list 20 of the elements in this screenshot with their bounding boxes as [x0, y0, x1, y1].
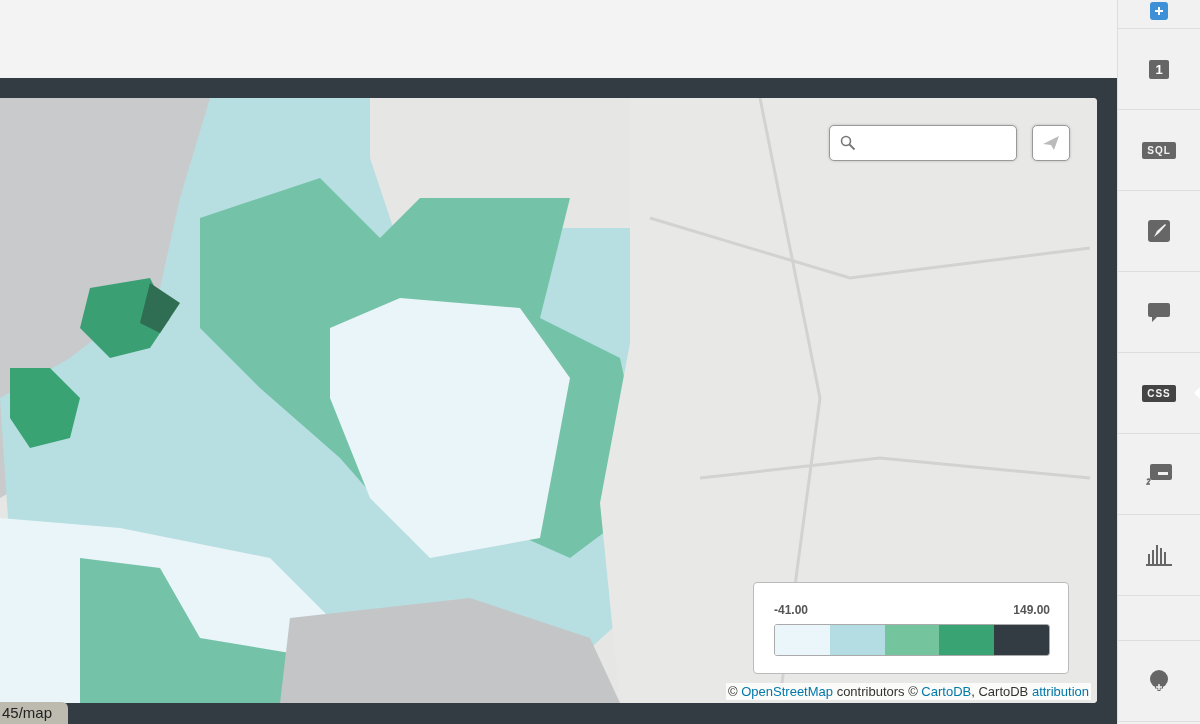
legend-max-value: 149.00 [1013, 603, 1050, 617]
search-icon [840, 135, 856, 151]
paper-plane-icon [1042, 135, 1060, 151]
panel-tab[interactable]: CSS [1142, 384, 1176, 402]
panel-tab[interactable]: SQL [1142, 141, 1176, 159]
legend-icon[interactable] [1146, 462, 1172, 486]
histogram-icon[interactable] [1146, 544, 1172, 566]
comment-icon[interactable] [1147, 300, 1171, 324]
attribution-text: © OpenStreetMap contributors © CartoDB, CartoDB attribution [726, 683, 1091, 700]
share-button[interactable] [1032, 125, 1070, 161]
attribution-link[interactable]: attribution [1031, 684, 1089, 699]
brush-icon[interactable] [1147, 219, 1171, 243]
search-field[interactable] [829, 125, 1017, 161]
plus-icon [1154, 6, 1164, 16]
add-marker-icon[interactable] [1148, 669, 1170, 693]
attribution-link[interactable]: OpenStreetMap [741, 684, 833, 699]
add-layer-button[interactable] [1150, 2, 1168, 20]
status-url: 45/map [0, 702, 69, 724]
layer-number-button[interactable]: 1 [1149, 59, 1169, 79]
legend-min-value: -41.00 [774, 603, 809, 617]
